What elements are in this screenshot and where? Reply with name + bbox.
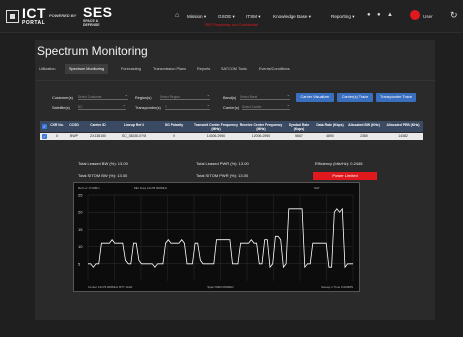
- logo-text[interactable]: ICT: [22, 6, 46, 20]
- table-cell: 4890: [326, 134, 334, 138]
- customer-label: Customer(s): [52, 96, 73, 100]
- page-title: Spectrum Monitoring: [37, 44, 148, 58]
- col-allocated-peb[interactable]: Allocated PEB (KHz): [383, 121, 423, 132]
- tab-reports[interactable]: Reports: [193, 64, 214, 74]
- carrier-visualizer-button[interactable]: Carrier Visualizer: [296, 93, 334, 102]
- y-tick-label: 10: [78, 244, 83, 249]
- stat-satcom-pwr: Total SITOM PWR (%): 13.00: [196, 173, 249, 178]
- y-tick-label: 20: [78, 210, 83, 215]
- col-lineup-ref[interactable]: Lineup Ref #: [114, 121, 154, 132]
- x-tick-label: Center 14179.000MHz RTT 1kHz: [88, 285, 133, 289]
- proprietary-notice: *SES Proprietary and Confidential*: [204, 23, 259, 27]
- band-label: Band(s): [223, 96, 237, 100]
- table-cell: BWP: [70, 134, 78, 138]
- transponder-label: Transponder(s): [135, 106, 161, 110]
- satellite-label: Satellite(s): [52, 106, 70, 110]
- row-checkbox[interactable]: ✓: [42, 134, 47, 139]
- tab-events-conditions[interactable]: Events/Conditions: [255, 64, 294, 74]
- col-allocated-bw[interactable]: Allocated BW (KHz): [346, 121, 382, 132]
- region-select[interactable]: Select Region: [160, 92, 210, 100]
- col-receive-freq[interactable]: Receive Center Frequency (MHz): [239, 121, 283, 132]
- nav-knowledge-base[interactable]: Knowledge Base ▾: [273, 14, 311, 20]
- lock-icon[interactable]: ●: [377, 12, 381, 18]
- chart-header-text: Mkr Freq 14178.000MHz: [134, 186, 168, 190]
- transponder-trace-button[interactable]: Transponder Trace: [376, 93, 416, 102]
- stat-leased-pwr: Total Leased PWR (%): 13.00: [196, 161, 249, 166]
- app-window: ICT PORTAL POWERED BY SES SPACE & DEFENS…: [0, 0, 463, 337]
- table-cell: 5667: [295, 134, 303, 138]
- powered-by-label: POWERED BY: [49, 13, 77, 18]
- y-tick-label: 5: [78, 261, 81, 266]
- select-all-checkbox[interactable]: ✓: [42, 124, 47, 129]
- stat-leased-bw: Total Leased BW (%): 13.00: [78, 161, 128, 166]
- col-ccsd[interactable]: CCSD: [66, 121, 82, 132]
- table-cell: 14306.2950: [206, 134, 226, 138]
- region-label: Region(s): [135, 96, 152, 100]
- nav-mission[interactable]: Mission ▾: [187, 14, 206, 20]
- band-select[interactable]: Select Band: [240, 92, 290, 100]
- nav-itsm[interactable]: ITSM ▾: [246, 14, 261, 20]
- table-cell: 14382: [398, 134, 408, 138]
- stat-satcom-bw: Total SITOM BW (%): 13.00: [78, 173, 128, 178]
- col-data-rate[interactable]: Data Rate (Kbps): [315, 121, 345, 132]
- carrier-label: Carrier(s): [223, 106, 240, 110]
- nav-reporting[interactable]: Reporting ▾: [331, 14, 355, 20]
- tab-transmission-plans[interactable]: Transmission Plans: [149, 64, 190, 74]
- refresh-icon[interactable]: ↻: [450, 10, 458, 21]
- home-icon[interactable]: ⌂: [175, 12, 179, 19]
- x-tick-label: Sweep 1 Time 0.000MS: [321, 285, 353, 289]
- tab-satcom-tools[interactable]: SATCOM Tools: [217, 64, 251, 74]
- ict-logo-icon[interactable]: [6, 10, 19, 23]
- table-cell: 2380: [360, 134, 368, 138]
- avatar[interactable]: [410, 10, 420, 20]
- nav-gsoe[interactable]: GSOE ▾: [218, 14, 235, 20]
- table-cell: X: [55, 134, 59, 138]
- carrier-trace-button[interactable]: Carrier(s) Trace: [337, 93, 373, 102]
- chart-header-text: SAT: [314, 186, 320, 190]
- spectrum-chart: Ref Lvl -5.0dBm Mkr Freq 14178.000MHz SAT 2…: [73, 182, 360, 292]
- satellite-select[interactable]: NC: [78, 102, 126, 110]
- col-transmit-freq[interactable]: Transmit Center Frequency (MHz): [194, 121, 238, 132]
- table-cell: ZXJ38150: [90, 134, 106, 138]
- bell-icon[interactable]: ●: [367, 12, 371, 18]
- tab-utilization[interactable]: Utilization: [35, 64, 59, 74]
- chart-header-text: Ref Lvl -5.0dBm: [78, 186, 100, 190]
- power-limited-badge: Power Limited: [313, 172, 377, 180]
- table-cell: V: [172, 134, 176, 138]
- col-sg-polarity[interactable]: SG Polarity: [155, 121, 193, 132]
- y-tick-label: 25: [78, 193, 83, 198]
- col-cxr-no[interactable]: CXR No.: [49, 121, 65, 132]
- stat-efficiency: Efficiency (bits/Hz): 0.2448: [315, 161, 363, 166]
- col-carrier-id[interactable]: Carrier ID: [83, 121, 113, 132]
- tab-forecasting[interactable]: Forecasting: [117, 64, 145, 74]
- brand-logo: SES: [83, 4, 113, 20]
- tab-spectrum-monitoring[interactable]: Spectrum Monitoring: [65, 64, 109, 74]
- table-cell: SC_38150-EY8: [121, 134, 147, 138]
- transponder-select[interactable]: Y: [165, 102, 210, 110]
- carrier-select[interactable]: Select Carrier: [242, 102, 290, 110]
- y-tick-label: 15: [78, 227, 83, 232]
- user-name[interactable]: User: [423, 14, 433, 19]
- col-symbol-rate[interactable]: Symbol Rate (Ksps): [284, 121, 314, 132]
- print-icon[interactable]: ▲: [387, 12, 393, 18]
- spectrum-svg: Ref Lvl -5.0dBm Mkr Freq 14178.000MHz SAT 2…: [78, 186, 354, 289]
- customer-select[interactable]: Select Customer: [78, 92, 128, 100]
- x-tick-label: Span 5000.000MHz: [207, 285, 234, 289]
- table-cell: 12006.2950: [251, 134, 271, 138]
- top-navigation-bar: ICT PORTAL POWERED BY SES SPACE & DEFENS…: [0, 0, 463, 33]
